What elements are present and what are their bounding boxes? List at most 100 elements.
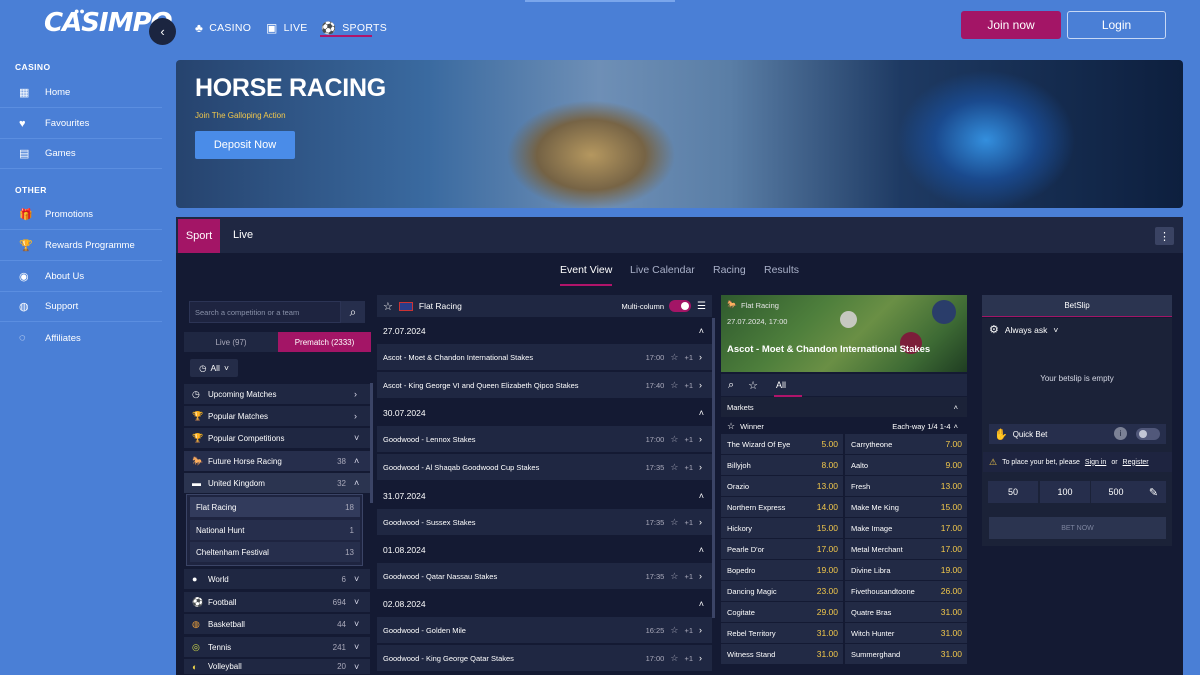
event-row[interactable]: Goodwood - Golden Mile 16:25 ☆ +1 › bbox=[377, 617, 712, 644]
sidebar-item-favourites[interactable]: ♥ Favourites bbox=[0, 109, 162, 139]
star-icon[interactable]: ☆ bbox=[670, 380, 678, 391]
left-row-tennis[interactable]: ◎ Tennis 241 ˅ bbox=[184, 637, 370, 658]
odds-button[interactable]: Dancing Magic 23.00 bbox=[721, 581, 843, 602]
odds-button[interactable]: Fivethousandtoone 26.00 bbox=[845, 581, 967, 602]
subtab-event-view[interactable]: Event View bbox=[560, 264, 612, 276]
odds-button[interactable]: Rebel Territory 31.00 bbox=[721, 623, 843, 644]
more-options-button[interactable]: ⋮ bbox=[1155, 227, 1174, 245]
odds-button[interactable]: Metal Merchant 17.00 bbox=[845, 539, 967, 560]
event-list-scrollbar[interactable] bbox=[712, 318, 715, 618]
date-group-header[interactable]: 27.07.2024 ˄ bbox=[377, 320, 712, 342]
odds-button[interactable]: Make Me King 15.00 bbox=[845, 497, 967, 518]
left-row-upcoming[interactable]: ◷ Upcoming Matches › bbox=[184, 384, 370, 405]
odds-button[interactable]: Billyjoh 8.00 bbox=[721, 455, 843, 476]
star-icon[interactable]: ☆ bbox=[670, 653, 678, 664]
odds-button[interactable]: Bopedro 19.00 bbox=[721, 560, 843, 581]
time-filter-select[interactable]: ◷ All ˅ bbox=[190, 359, 238, 377]
odds-button[interactable]: Quatre Bras 31.00 bbox=[845, 602, 967, 623]
sidebar-item-rewards[interactable]: 🏆 Rewards Programme bbox=[0, 231, 162, 261]
markets-header[interactable]: Markets ˄ bbox=[721, 397, 967, 417]
edit-stakes-button[interactable]: ✎ bbox=[1141, 481, 1166, 503]
odds-button[interactable]: Summerghand 31.00 bbox=[845, 644, 967, 665]
date-group-header[interactable]: 01.08.2024 ˄ bbox=[377, 539, 712, 561]
tab-live[interactable]: Live bbox=[233, 229, 253, 241]
stake-preset-100[interactable]: 100 bbox=[1040, 481, 1090, 503]
search-icon[interactable]: ⌕ bbox=[728, 379, 734, 392]
star-icon[interactable]: ☆ bbox=[383, 300, 393, 313]
date-group-header[interactable]: 31.07.2024 ˄ bbox=[377, 485, 712, 507]
event-row[interactable]: Goodwood - Lennox Stakes 17:00 ☆ +1 › bbox=[377, 426, 712, 453]
bet-now-button[interactable]: BET NOW bbox=[989, 517, 1166, 539]
join-now-button[interactable]: Join now bbox=[961, 11, 1061, 39]
search-button[interactable]: ⌕ bbox=[341, 301, 365, 323]
sidebar-item-home[interactable]: ▦ Home bbox=[0, 78, 162, 108]
stake-preset-50[interactable]: 50 bbox=[988, 481, 1038, 503]
left-subrow-national-hunt[interactable]: National Hunt 1 bbox=[190, 520, 360, 540]
star-icon[interactable]: ☆ bbox=[670, 462, 678, 473]
star-icon[interactable]: ☆ bbox=[670, 571, 678, 582]
left-subrow-cheltenham[interactable]: Cheltenham Festival 13 bbox=[190, 542, 360, 562]
subtab-live-calendar[interactable]: Live Calendar bbox=[630, 264, 695, 276]
star-icon[interactable]: ☆ bbox=[670, 625, 678, 636]
tab-prematch-count[interactable]: Prematch (2333) bbox=[278, 332, 371, 352]
left-scrollbar[interactable] bbox=[370, 383, 373, 503]
odds-button[interactable]: Pearle D'or 17.00 bbox=[721, 539, 843, 560]
multi-column-toggle[interactable] bbox=[669, 300, 692, 312]
odds-button[interactable]: Aalto 9.00 bbox=[845, 455, 967, 476]
odds-button[interactable]: Carrytheone 7.00 bbox=[845, 434, 967, 455]
login-button[interactable]: Login bbox=[1067, 11, 1166, 39]
event-row[interactable]: Goodwood - Sussex Stakes 17:35 ☆ +1 › bbox=[377, 509, 712, 536]
register-link[interactable]: Register bbox=[1123, 459, 1149, 466]
odds-button[interactable]: Divine Libra 19.00 bbox=[845, 560, 967, 581]
left-row-future-horse-racing[interactable]: 🐎 Future Horse Racing 38 ˄ bbox=[184, 451, 370, 472]
event-row[interactable]: Goodwood - King George Qatar Stakes 17:0… bbox=[377, 645, 712, 672]
left-row-popular-matches[interactable]: 🏆 Popular Matches › bbox=[184, 406, 370, 427]
sidebar-item-affiliates[interactable]: ◌ Affiliates bbox=[0, 323, 162, 353]
sidebar-item-promotions[interactable]: 🎁 Promotions bbox=[0, 200, 162, 230]
sign-in-link[interactable]: Sign in bbox=[1085, 459, 1106, 466]
odds-button[interactable]: Witness Stand 31.00 bbox=[721, 644, 843, 665]
left-row-popular-competitions[interactable]: 🏆 Popular Competitions ˅ bbox=[184, 428, 370, 449]
date-group-header[interactable]: 30.07.2024 ˄ bbox=[377, 402, 712, 424]
star-icon[interactable]: ☆ bbox=[727, 421, 735, 432]
event-row[interactable]: Ascot - Moet & Chandon International Sta… bbox=[377, 344, 712, 371]
nav-live[interactable]: ▣ LIVE bbox=[266, 18, 308, 38]
odds-button[interactable]: Hickory 15.00 bbox=[721, 518, 843, 539]
left-row-united-kingdom[interactable]: ▬ United Kingdom 32 ˄ bbox=[184, 473, 370, 494]
odds-button[interactable]: Northern Express 14.00 bbox=[721, 497, 843, 518]
markets-filter-all[interactable]: All bbox=[776, 380, 786, 390]
sidebar-item-about[interactable]: ◉ About Us bbox=[0, 262, 162, 292]
event-row[interactable]: Ascot - King George VI and Queen Elizabe… bbox=[377, 372, 712, 399]
stake-preset-500[interactable]: 500 bbox=[1091, 481, 1141, 503]
sidebar-item-games[interactable]: ▤ Games bbox=[0, 139, 162, 169]
odds-button[interactable]: Witch Hunter 31.00 bbox=[845, 623, 967, 644]
subtab-results[interactable]: Results bbox=[764, 264, 799, 276]
winner-market-header[interactable]: ☆ Winner Each-way 1/4 1-4 ˄ bbox=[721, 418, 967, 434]
star-icon[interactable]: ☆ bbox=[748, 379, 758, 392]
event-row[interactable]: Goodwood - Qatar Nassau Stakes 17:35 ☆ +… bbox=[377, 563, 712, 590]
search-input[interactable]: Search a competition or a team bbox=[189, 301, 341, 323]
nav-casino[interactable]: ♣ CASINO bbox=[195, 18, 251, 38]
odds-button[interactable]: Cogitate 29.00 bbox=[721, 602, 843, 623]
star-icon[interactable]: ☆ bbox=[670, 434, 678, 445]
subtab-racing[interactable]: Racing bbox=[713, 264, 746, 276]
collapse-sidebar-button[interactable]: ‹ bbox=[149, 18, 176, 45]
left-row-world[interactable]: ● World 6 ˅ bbox=[184, 569, 370, 590]
date-group-header[interactable]: 02.08.2024 ˄ bbox=[377, 593, 712, 615]
odds-button[interactable]: Make Image 17.00 bbox=[845, 518, 967, 539]
left-row-football[interactable]: ⚽ Football 694 ˅ bbox=[184, 592, 370, 613]
left-row-volleyball[interactable]: ◐ Volleyball 20 ˅ bbox=[184, 659, 370, 675]
sidebar-item-support[interactable]: ◍ Support bbox=[0, 292, 162, 322]
tab-sport[interactable]: Sport bbox=[178, 219, 220, 253]
left-subrow-flat-racing[interactable]: Flat Racing 18 bbox=[190, 497, 360, 517]
odds-button[interactable]: The Wizard Of Eye 5.00 bbox=[721, 434, 843, 455]
odds-button[interactable]: Fresh 13.00 bbox=[845, 476, 967, 497]
odds-button[interactable]: Orazio 13.00 bbox=[721, 476, 843, 497]
list-view-icon[interactable]: ☰ bbox=[697, 301, 706, 312]
info-icon[interactable]: i bbox=[1114, 427, 1127, 440]
odds-change-setting[interactable]: ⚙ Always ask ˅ bbox=[989, 323, 1058, 336]
event-row[interactable]: Goodwood - Al Shaqab Goodwood Cup Stakes… bbox=[377, 454, 712, 481]
star-icon[interactable]: ☆ bbox=[670, 517, 678, 528]
tab-live-count[interactable]: Live (97) bbox=[184, 332, 278, 352]
betslip-header[interactable]: BetSlip bbox=[982, 295, 1172, 317]
